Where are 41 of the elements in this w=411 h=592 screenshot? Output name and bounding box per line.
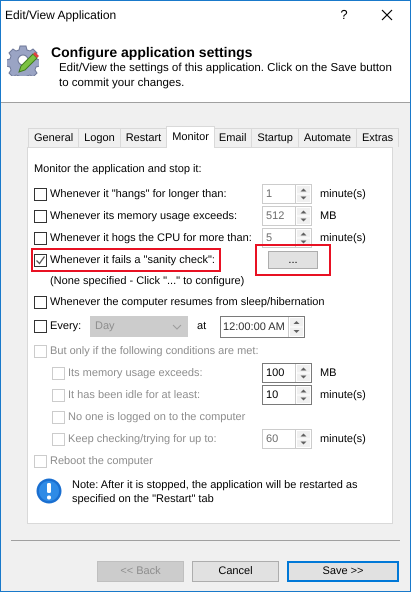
note-text: Note: After it is stopped, the application will be restarted as specified on the "Restart" tab — [72, 478, 359, 506]
tab[interactable]: Extras — [356, 128, 400, 147]
checkbox-option[interactable]: Whenever it fails a "sanity check": — [33, 250, 219, 270]
unit-label: minute(s) — [320, 230, 366, 246]
spin-arrows-icon[interactable] — [289, 316, 304, 336]
unit-label: minute(s) — [320, 186, 366, 202]
help-button[interactable]: ? — [324, 1, 364, 29]
at-label: at — [197, 319, 206, 334]
unit-label: MB — [320, 366, 336, 381]
gear-pencil-icon — [7, 44, 39, 76]
unit-label: minute(s) — [320, 432, 366, 447]
hint-text: (None specified - Click "..." to configure) — [50, 274, 244, 289]
header-subtitle: Edit/View the settings of this application. Click on the Save button to commit your changes. — [59, 61, 393, 91]
tab[interactable]: Email — [214, 128, 252, 147]
window-title: Edit/View Application — [5, 7, 118, 24]
tab[interactable]: Automate — [298, 128, 357, 147]
time-field[interactable]: 12:00:00 AM — [220, 316, 305, 338]
checkbox[interactable] — [34, 296, 47, 308]
checkbox-option[interactable]: Whenever the computer resumes from sleep/hibernation — [34, 292, 329, 312]
checkbox[interactable] — [34, 320, 47, 333]
tab[interactable]: Monitor — [166, 126, 215, 148]
unit-label: MB — [320, 208, 336, 224]
checkbox-option[interactable]: Every: — [34, 316, 86, 336]
dialog-button[interactable]: Cancel — [192, 561, 279, 582]
checkbox-option[interactable]: Whenever it "hangs" for longer than: — [34, 184, 231, 204]
tab[interactable]: Logon — [79, 128, 121, 147]
checkbox-option[interactable]: Whenever it hogs the CPU for more than: — [34, 228, 256, 248]
exclamation-icon — [36, 478, 62, 504]
tab[interactable]: Startup — [252, 128, 299, 147]
unit-label: minute(s) — [320, 388, 366, 403]
header-title: Configure application settings — [51, 43, 254, 61]
checkbox[interactable] — [34, 232, 47, 244]
ellipsis-button[interactable]: ... — [268, 251, 318, 269]
checkbox[interactable] — [34, 254, 47, 266]
checkbox[interactable] — [34, 188, 47, 200]
dialog-button[interactable]: Save >> — [287, 561, 399, 582]
tab[interactable]: General — [28, 128, 80, 147]
close-icon[interactable] — [381, 9, 393, 21]
checkbox[interactable] — [34, 210, 47, 222]
section-heading: Monitor the application and stop it: — [34, 162, 203, 177]
checkbox-option[interactable]: Whenever its memory usage exceeds: — [34, 206, 242, 226]
